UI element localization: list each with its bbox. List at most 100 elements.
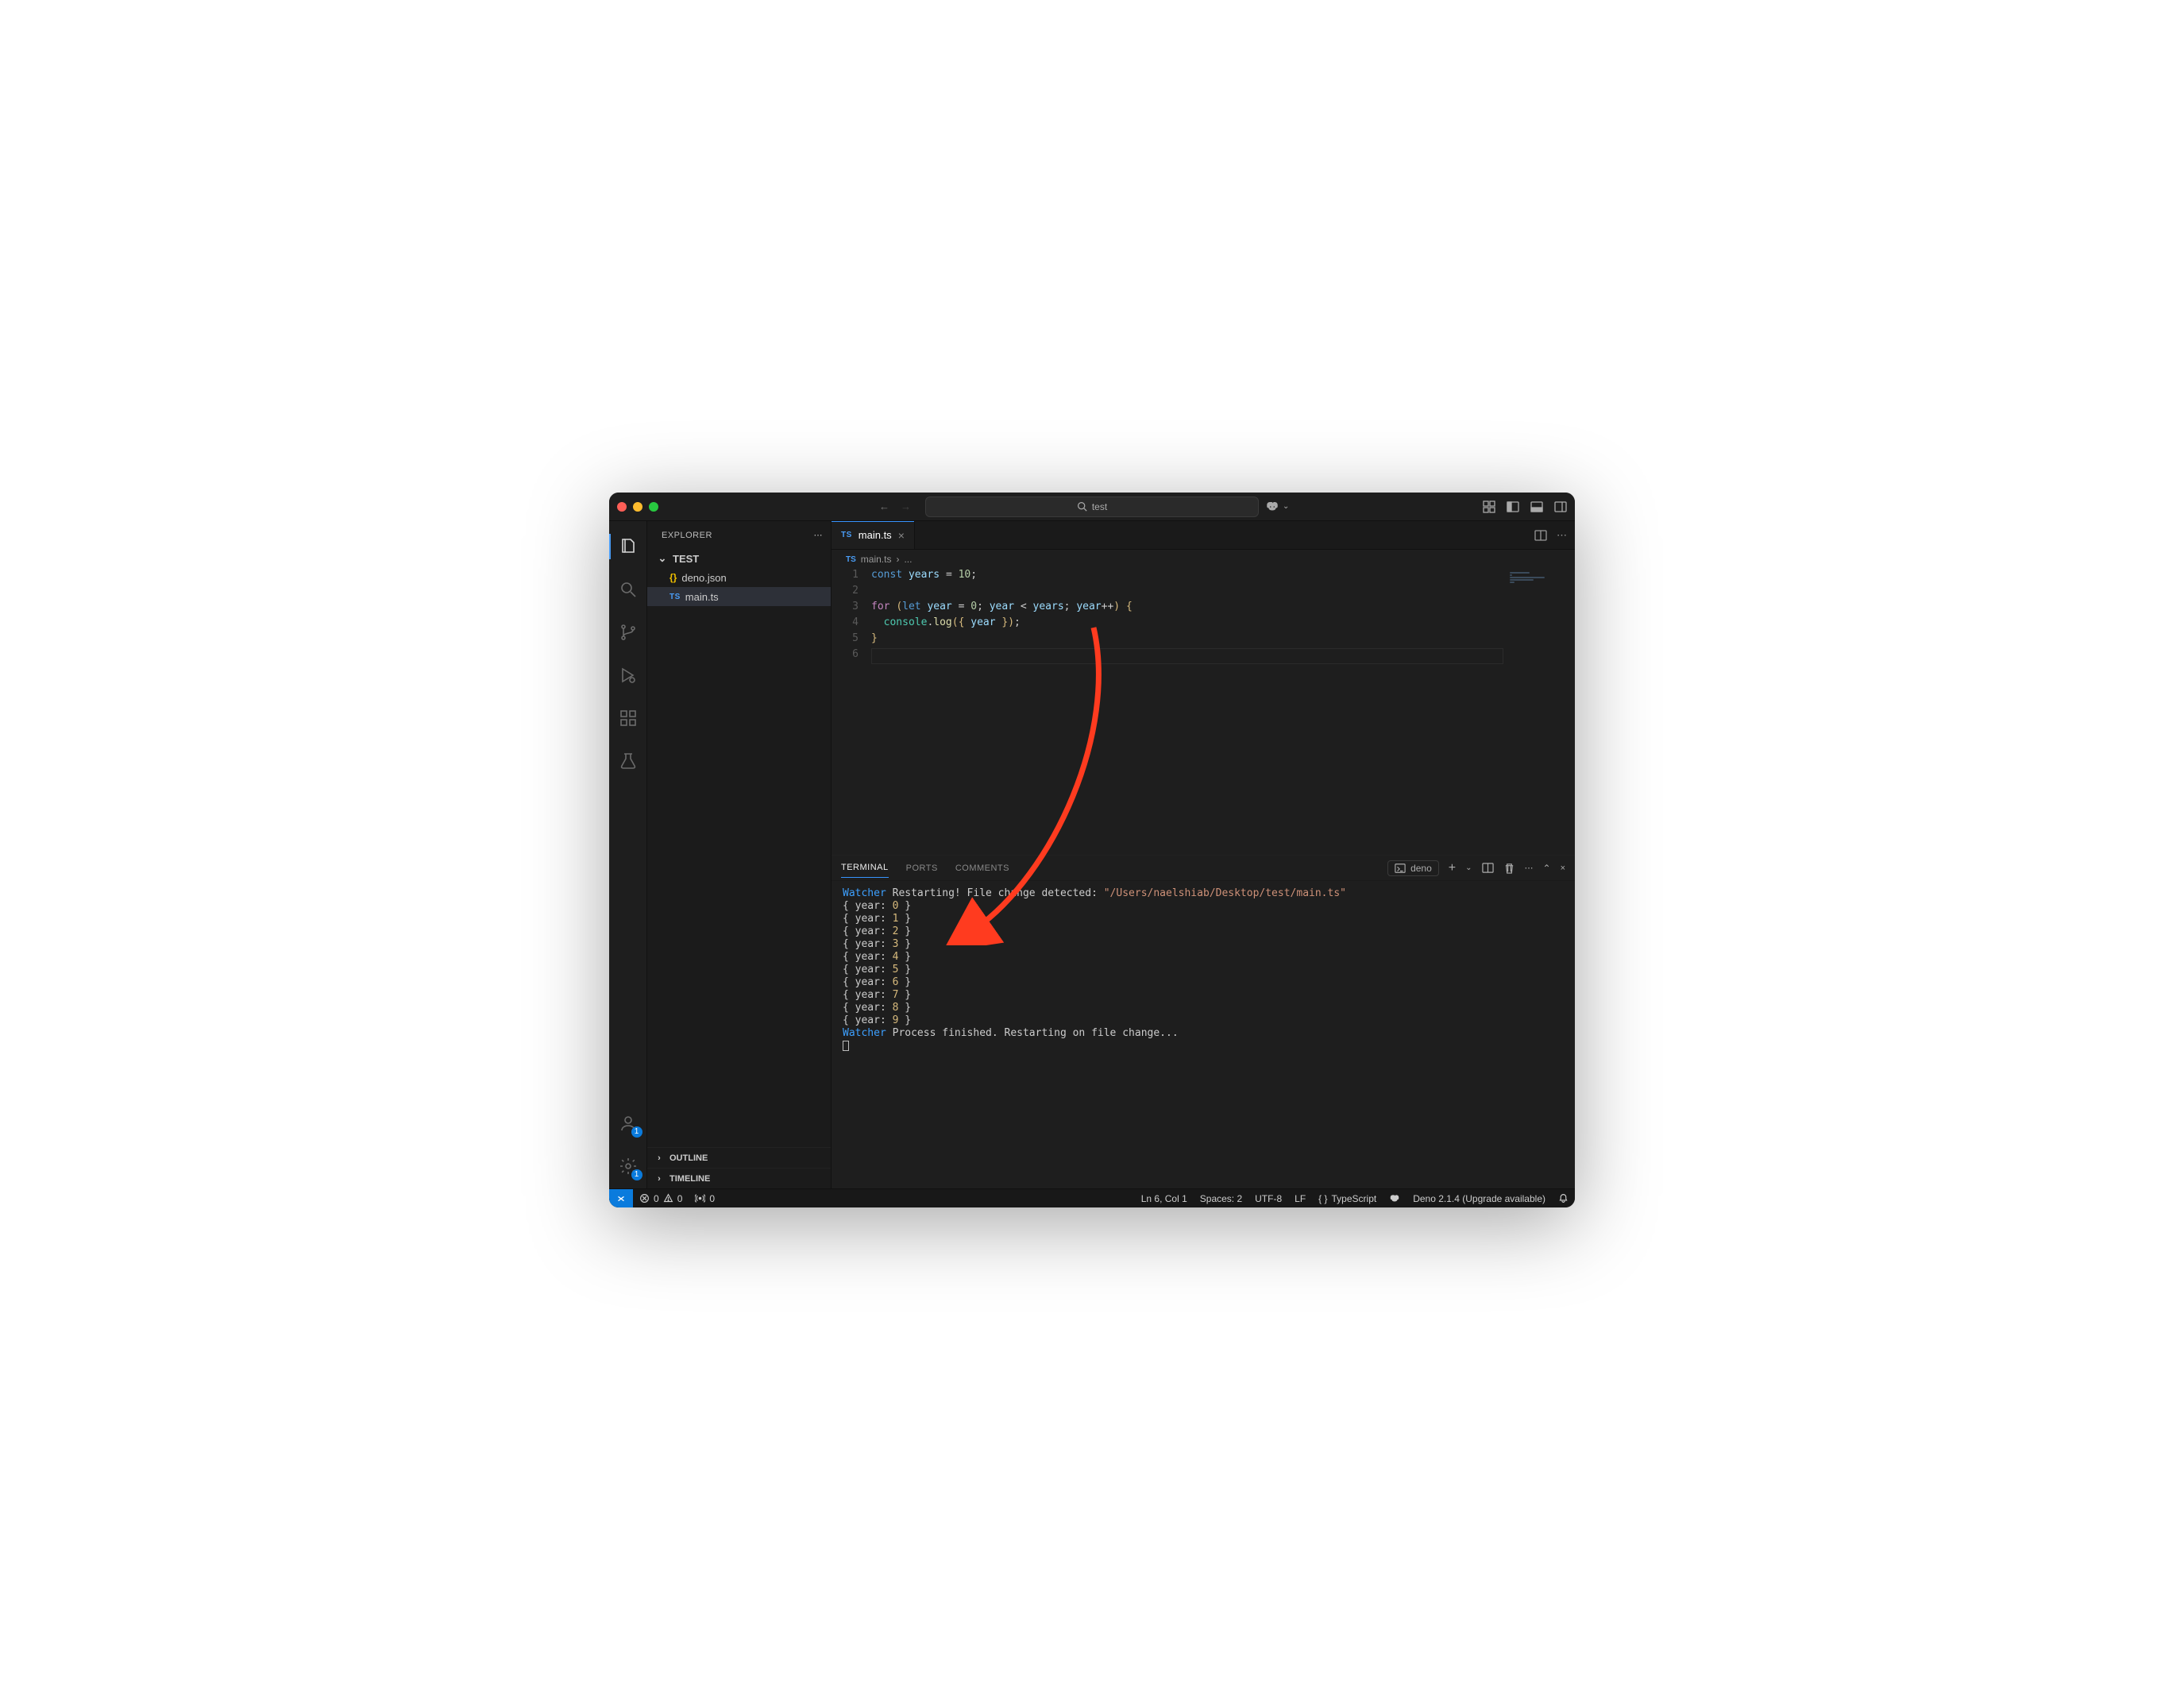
remote-icon — [615, 1193, 627, 1204]
warning-icon — [663, 1193, 673, 1204]
activity-settings[interactable]: 1 — [609, 1147, 647, 1185]
status-notifications[interactable] — [1552, 1189, 1575, 1207]
activity-extensions[interactable] — [609, 699, 647, 737]
error-icon — [639, 1193, 650, 1204]
activity-explorer[interactable] — [609, 527, 647, 566]
terminal-output[interactable]: Watcher Restarting! File change detected… — [832, 881, 1575, 1188]
code-line[interactable]: 2 — [832, 585, 1575, 601]
activity-accounts[interactable]: 1 — [609, 1104, 647, 1142]
file-tree: ⌄ TEST {} deno.json TS main.ts — [647, 549, 831, 606]
terminal-dropdown-button[interactable]: ⌄ — [1465, 864, 1472, 872]
status-copilot[interactable] — [1383, 1189, 1406, 1207]
split-terminal-icon[interactable] — [1482, 862, 1494, 874]
toggle-panel-icon[interactable] — [1530, 500, 1543, 513]
remote-button[interactable] — [609, 1189, 633, 1207]
folder-root[interactable]: ⌄ TEST — [647, 549, 831, 568]
panel-more-button[interactable]: ⋯ — [1525, 863, 1534, 873]
timeline-section[interactable]: › TIMELINE — [647, 1168, 831, 1188]
status-eol[interactable]: LF — [1288, 1189, 1312, 1207]
json-file-icon: {} — [669, 572, 677, 583]
vscode-window: ← → test ⌄ — [609, 493, 1575, 1207]
tab-comments[interactable]: COMMENTS — [955, 859, 1009, 878]
file-label: deno.json — [681, 572, 726, 584]
minimap[interactable] — [1503, 569, 1575, 855]
copilot-button[interactable]: ⌄ — [1265, 500, 1289, 514]
toggle-secondary-sidebar-icon[interactable] — [1554, 500, 1567, 513]
terminal-icon — [1395, 863, 1406, 874]
accounts-badge: 1 — [631, 1126, 642, 1138]
code-line[interactable]: 4 console.log({ year }); — [832, 616, 1575, 632]
kill-terminal-icon[interactable] — [1503, 862, 1515, 874]
folder-name: TEST — [673, 553, 699, 565]
activity-run-debug[interactable] — [609, 656, 647, 694]
editor-area: TS main.ts × ⋯ TS main.ts › ... 1const y… — [832, 521, 1575, 1188]
line-number: 6 — [832, 648, 871, 664]
titlebar: ← → test ⌄ — [609, 493, 1575, 521]
panel: TERMINAL PORTS COMMENTS deno + ⌄ ⋯ ⌃ — [832, 855, 1575, 1188]
status-problems[interactable]: 0 0 — [633, 1189, 689, 1207]
line-number: 5 — [832, 632, 871, 648]
run-debug-icon — [619, 666, 638, 685]
outline-section[interactable]: › OUTLINE — [647, 1147, 831, 1168]
search-icon — [1077, 501, 1087, 512]
breadcrumb-sep: › — [896, 554, 899, 565]
activity-bar: 1 1 — [609, 521, 647, 1188]
ts-file-icon: TS — [846, 555, 856, 564]
files-icon — [619, 537, 638, 556]
nav-back-button[interactable]: ← — [879, 500, 889, 512]
ts-file-icon: TS — [669, 593, 681, 601]
line-number: 4 — [832, 616, 871, 632]
tab-actions: ⋯ — [1526, 521, 1575, 549]
status-deno[interactable]: Deno 2.1.4 (Upgrade available) — [1406, 1189, 1552, 1207]
toggle-sidebar-icon[interactable] — [1507, 500, 1519, 513]
status-language[interactable]: { } TypeScript — [1312, 1189, 1383, 1207]
window-controls — [617, 502, 658, 512]
extensions-icon — [619, 709, 638, 728]
tab-ports[interactable]: PORTS — [906, 859, 938, 878]
activity-source-control[interactable] — [609, 613, 647, 651]
close-window-button[interactable] — [617, 502, 627, 512]
status-bar: 0 0 0 Ln 6, Col 1 Spaces: 2 UTF-8 LF { }… — [609, 1188, 1575, 1207]
code-editor[interactable]: 1const years = 10;23for (let year = 0; y… — [832, 569, 1575, 855]
explorer-header: EXPLORER ⋯ — [647, 521, 831, 549]
chevron-down-icon: ⌄ — [657, 552, 668, 565]
error-count: 0 — [654, 1193, 659, 1204]
copilot-icon — [1389, 1193, 1400, 1204]
explorer-more-button[interactable]: ⋯ — [814, 530, 824, 540]
layout-grid-icon[interactable] — [1483, 500, 1495, 513]
tab-close-button[interactable]: × — [898, 529, 905, 542]
activity-testing[interactable] — [609, 742, 647, 780]
new-terminal-button[interactable]: + — [1449, 861, 1456, 875]
explorer-title: EXPLORER — [662, 531, 712, 540]
breadcrumbs[interactable]: TS main.ts › ... — [832, 550, 1575, 569]
file-deno-json[interactable]: {} deno.json — [647, 568, 831, 587]
status-cursor[interactable]: Ln 6, Col 1 — [1135, 1189, 1194, 1207]
command-center-search[interactable]: test — [925, 496, 1259, 517]
maximize-window-button[interactable] — [649, 502, 658, 512]
split-editor-icon[interactable] — [1534, 529, 1547, 542]
settings-badge: 1 — [631, 1169, 642, 1180]
minimize-window-button[interactable] — [633, 502, 642, 512]
ts-file-icon: TS — [841, 531, 852, 539]
code-content: for (let year = 0; year < years; year++)… — [871, 601, 1133, 616]
status-spaces[interactable]: Spaces: 2 — [1194, 1189, 1248, 1207]
status-ports[interactable]: 0 — [689, 1189, 721, 1207]
tab-terminal[interactable]: TERMINAL — [841, 858, 889, 878]
file-main-ts[interactable]: TS main.ts — [647, 587, 831, 606]
activity-search[interactable] — [609, 570, 647, 609]
line-number: 1 — [832, 569, 871, 585]
code-line[interactable]: 3for (let year = 0; year < years; year++… — [832, 601, 1575, 616]
braces-icon: { } — [1318, 1193, 1327, 1204]
panel-close-button[interactable]: × — [1561, 864, 1565, 873]
code-line[interactable]: 5} — [832, 632, 1575, 648]
editor-more-button[interactable]: ⋯ — [1557, 529, 1567, 542]
chevron-right-icon: › — [654, 1174, 665, 1184]
status-encoding[interactable]: UTF-8 — [1248, 1189, 1288, 1207]
terminal-profile-deno[interactable]: deno — [1387, 860, 1439, 876]
panel-maximize-button[interactable]: ⌃ — [1543, 863, 1551, 874]
chevron-down-icon: ⌄ — [1283, 502, 1289, 511]
panel-tabs: TERMINAL PORTS COMMENTS deno + ⌄ ⋯ ⌃ — [832, 856, 1575, 881]
tab-main-ts[interactable]: TS main.ts × — [832, 521, 915, 549]
nav-forward-button[interactable]: → — [901, 500, 911, 512]
code-line[interactable]: 1const years = 10; — [832, 569, 1575, 585]
